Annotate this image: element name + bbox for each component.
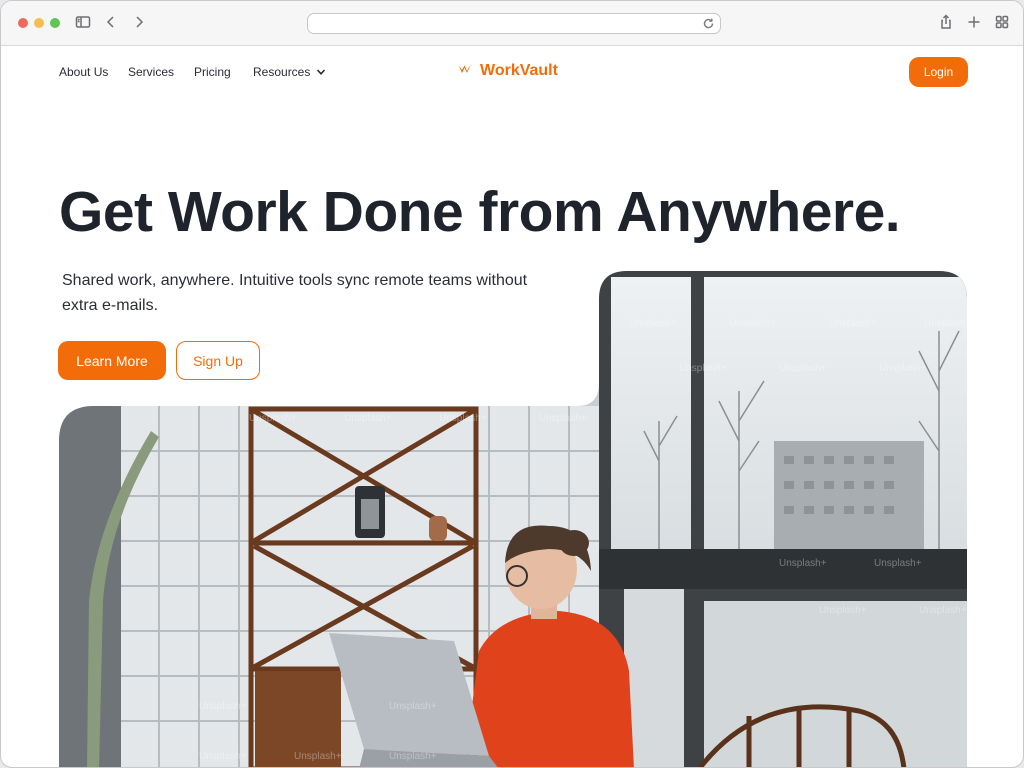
chevron-right-icon[interactable] xyxy=(130,13,148,31)
svg-text:Unsplash+: Unsplash+ xyxy=(199,751,247,762)
svg-text:Unsplash+: Unsplash+ xyxy=(829,318,877,329)
plus-icon[interactable] xyxy=(965,13,983,31)
learn-more-button[interactable]: Learn More xyxy=(58,341,166,380)
svg-text:Unsplash+: Unsplash+ xyxy=(249,413,297,424)
svg-text:Unsplash+: Unsplash+ xyxy=(879,363,927,374)
nav-resources-label: Resources xyxy=(253,65,311,79)
grid-icon[interactable] xyxy=(993,13,1011,31)
brand-logo-link[interactable]: WorkVault xyxy=(458,62,558,80)
svg-text:Unsplash+: Unsplash+ xyxy=(729,318,777,329)
svg-text:Unsplash+: Unsplash+ xyxy=(779,558,827,569)
svg-text:Unsplash+: Unsplash+ xyxy=(344,413,392,424)
browser-toolbar xyxy=(1,1,1023,46)
sign-up-button[interactable]: Sign Up xyxy=(176,341,260,380)
maximize-window-button[interactable] xyxy=(50,18,60,28)
svg-text:Unsplash+: Unsplash+ xyxy=(874,558,922,569)
nav-services[interactable]: Services xyxy=(128,65,174,79)
svg-text:Unsplash+: Unsplash+ xyxy=(629,318,677,329)
chevron-down-icon xyxy=(317,69,326,75)
address-bar[interactable] xyxy=(307,13,721,34)
sidebar-icon[interactable] xyxy=(74,13,92,31)
hero-subtitle: Shared work, anywhere. Intuitive tools s… xyxy=(62,272,528,314)
hero-title: Get Work Done from Anywhere. xyxy=(59,180,901,244)
svg-text:Unsplash+: Unsplash+ xyxy=(924,318,967,329)
minimize-window-button[interactable] xyxy=(34,18,44,28)
svg-text:Unsplash+: Unsplash+ xyxy=(679,363,727,374)
workvault-logo-icon xyxy=(458,62,474,80)
chevron-left-icon[interactable] xyxy=(102,13,120,31)
close-window-button[interactable] xyxy=(18,18,28,28)
svg-text:Unsplash+: Unsplash+ xyxy=(539,413,587,424)
svg-text:Unsplash+: Unsplash+ xyxy=(294,751,342,762)
browser-window: About Us Services Pricing Resources Work… xyxy=(0,0,1024,768)
nav-resources[interactable]: Resources xyxy=(253,65,326,79)
login-button[interactable]: Login xyxy=(909,57,968,87)
svg-text:Unsplash+: Unsplash+ xyxy=(919,605,967,616)
svg-text:Unsplash+: Unsplash+ xyxy=(779,363,827,374)
brand-name: WorkVault xyxy=(480,62,558,79)
svg-text:Unsplash+: Unsplash+ xyxy=(439,413,487,424)
svg-text:Unsplash+: Unsplash+ xyxy=(199,701,247,712)
nav-about-us[interactable]: About Us xyxy=(59,65,108,79)
nav-pricing[interactable]: Pricing xyxy=(194,65,231,79)
svg-text:Unsplash+: Unsplash+ xyxy=(389,751,437,762)
share-icon[interactable] xyxy=(937,13,955,31)
svg-text:Unsplash+: Unsplash+ xyxy=(389,701,437,712)
svg-text:Unsplash+: Unsplash+ xyxy=(819,605,867,616)
reload-icon[interactable] xyxy=(702,17,715,30)
